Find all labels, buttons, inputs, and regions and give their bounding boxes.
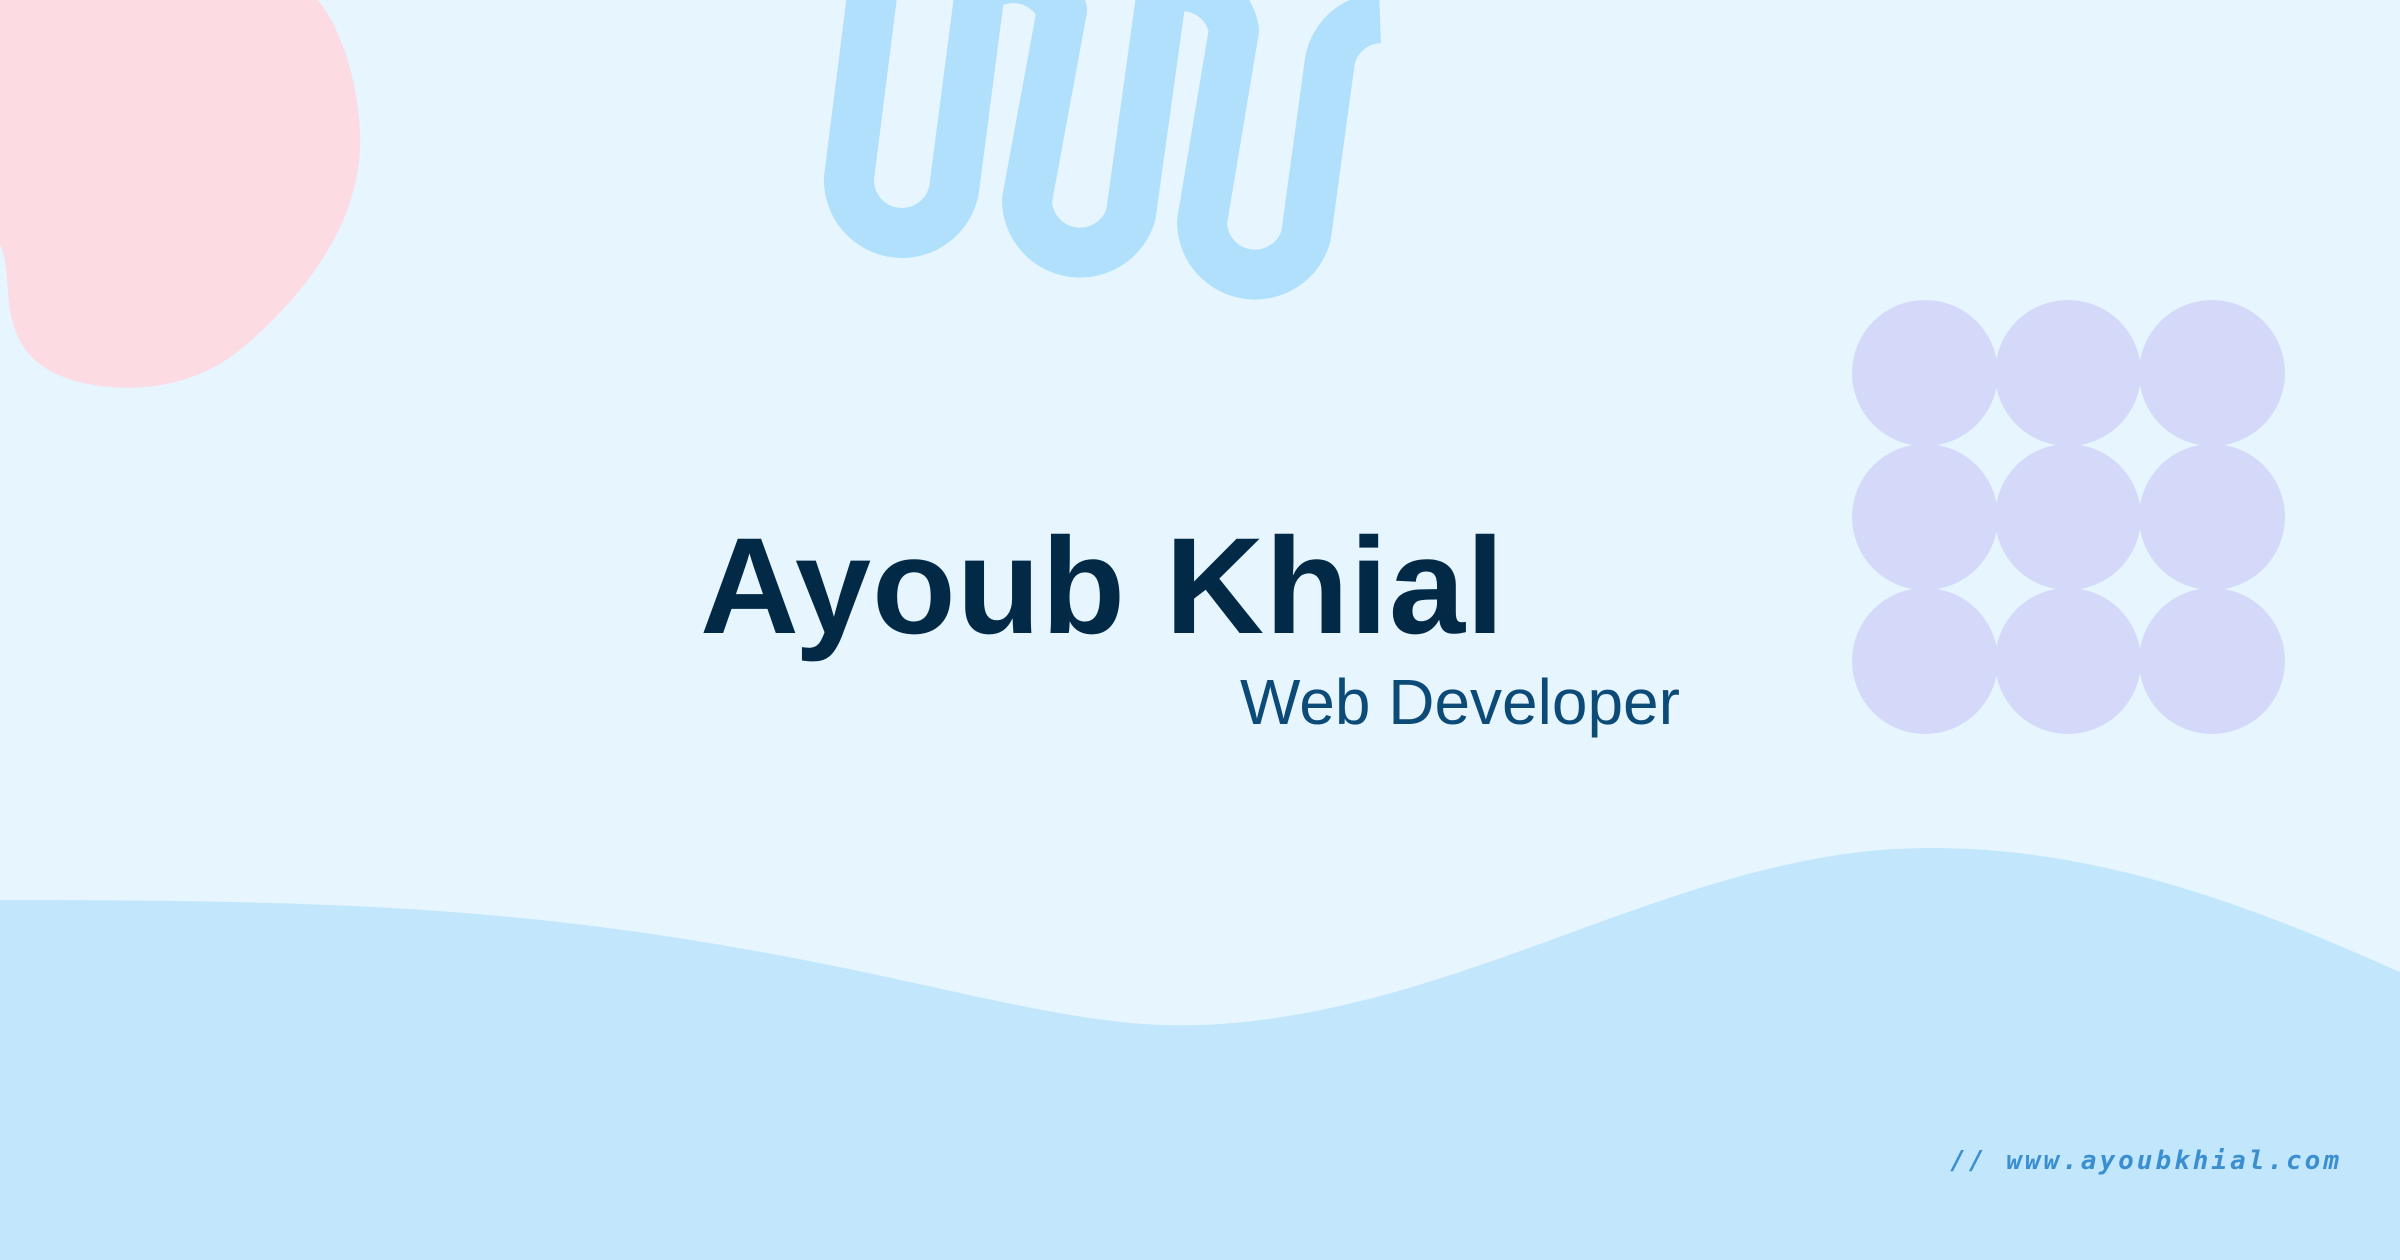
grid-circle xyxy=(1995,444,2141,590)
grid-circle xyxy=(2139,588,2285,734)
circle-grid xyxy=(1852,300,2285,734)
grid-circle xyxy=(1852,444,1998,590)
name-heading: Ayoub Khial xyxy=(700,510,1506,663)
hero-banner: Ayoub Khial Web Developer // www.ayoubkh… xyxy=(0,0,2400,1260)
grid-circle xyxy=(2139,444,2285,590)
grid-circle xyxy=(1995,300,2141,446)
grid-circle xyxy=(1852,588,1998,734)
role-subtitle: Web Developer xyxy=(1240,666,1680,738)
grid-circle xyxy=(2139,300,2285,446)
grid-circle xyxy=(1995,588,2141,734)
website-link[interactable]: // www.ayoubkhial.com xyxy=(1950,1146,2342,1176)
grid-circle xyxy=(1852,300,1998,446)
